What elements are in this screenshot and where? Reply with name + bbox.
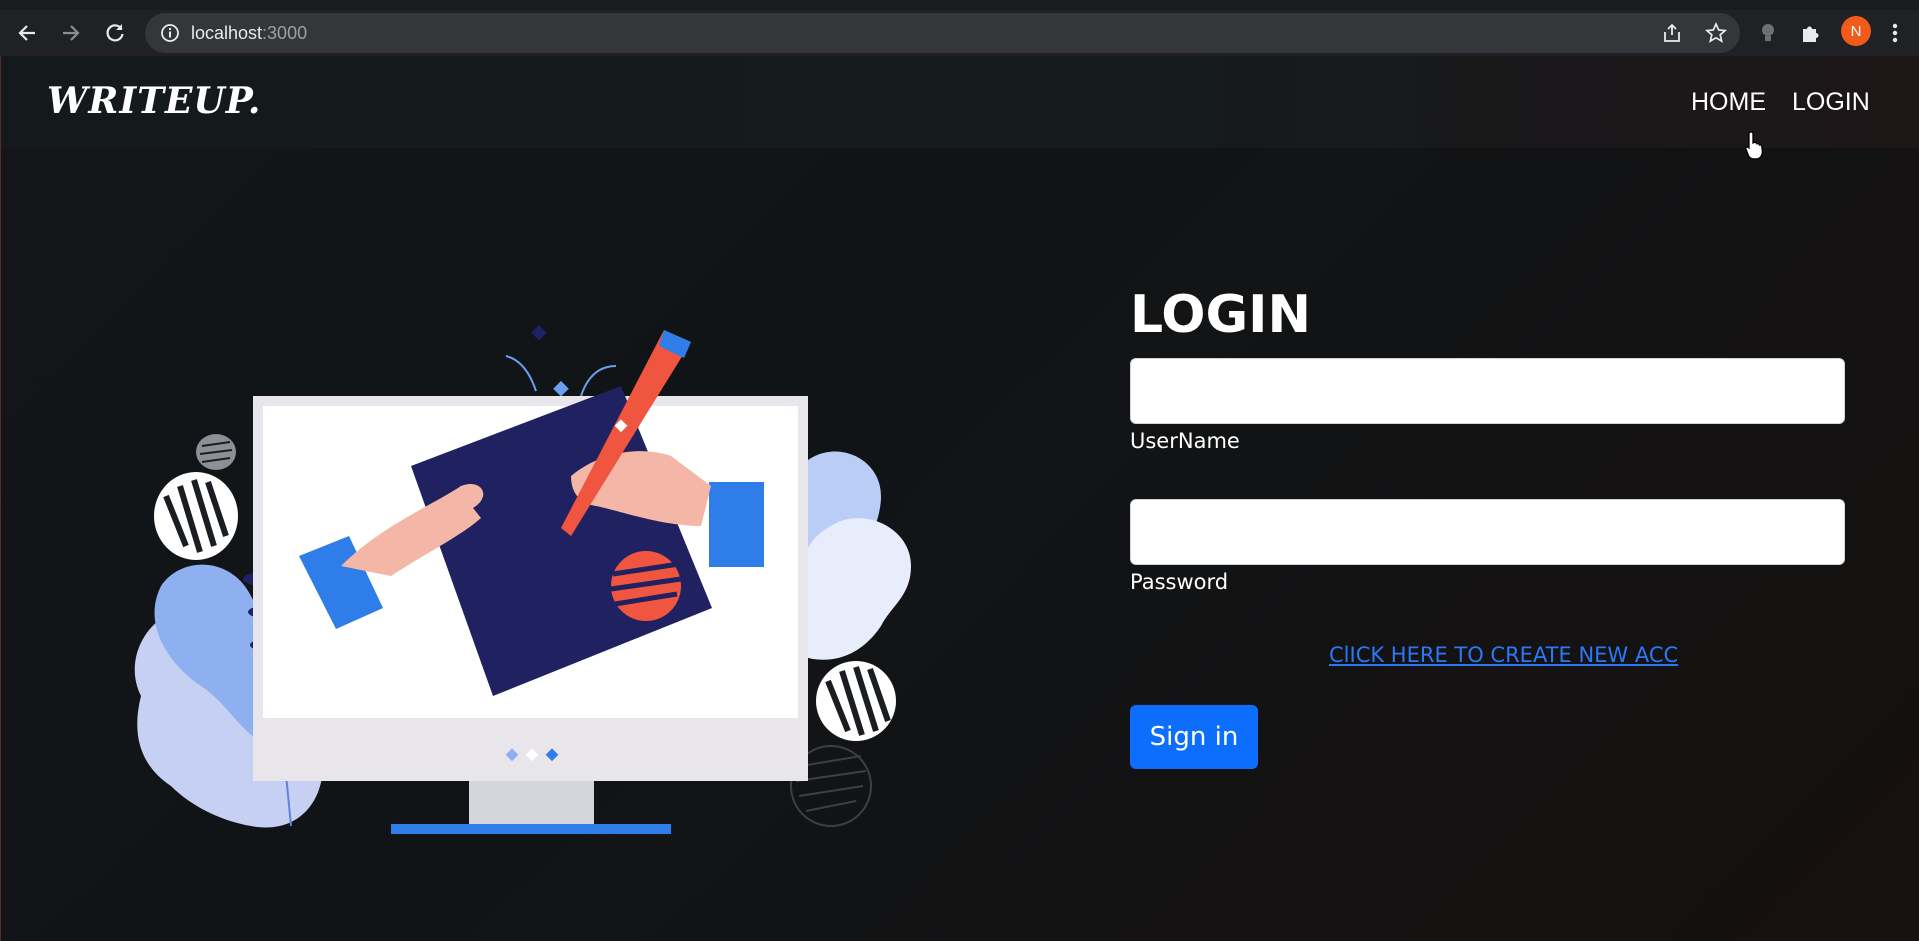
site-navbar: WRITEUP. HOME LOGIN	[1, 56, 1919, 148]
star-icon[interactable]	[1704, 21, 1728, 44]
sign-in-button[interactable]: Sign in	[1130, 705, 1258, 769]
puzzle-icon[interactable]	[1799, 21, 1823, 45]
page: WRITEUP. HOME LOGIN LOGIN UserName Passw…	[0, 56, 1919, 941]
password-input[interactable]	[1130, 499, 1845, 565]
forward-icon	[63, 25, 80, 41]
info-icon[interactable]	[160, 23, 180, 47]
password-label: Password	[1130, 570, 1229, 594]
nav-login-link[interactable]: LOGIN	[1792, 88, 1870, 117]
back-button[interactable]	[12, 18, 42, 48]
hand-cursor-icon	[1745, 131, 1764, 160]
url-text[interactable]: localhost:3000	[191, 23, 307, 44]
forward-button[interactable]	[56, 18, 86, 48]
reload-button[interactable]	[100, 18, 130, 48]
reload-icon	[106, 24, 124, 42]
writing-illustration	[134, 324, 911, 834]
striped-leaf	[154, 472, 238, 560]
share-icon[interactable]	[1661, 22, 1683, 44]
url-host: localhost	[191, 23, 263, 43]
striped-leaf	[816, 661, 896, 741]
striped-circle	[610, 551, 682, 621]
menu-dots-icon[interactable]	[1890, 22, 1900, 48]
browser-toolbar: localhost:3000 N	[0, 0, 1919, 56]
nav-home-link[interactable]: HOME	[1691, 88, 1766, 117]
profile-avatar[interactable]: N	[1841, 16, 1871, 46]
extension-bulb-icon[interactable]	[1756, 21, 1780, 45]
create-account-link[interactable]: ClICK HERE TO CREATE NEW ACC	[1329, 643, 1678, 667]
address-bar[interactable]: localhost:3000	[145, 13, 1740, 53]
site-logo[interactable]: WRITEUP.	[47, 80, 261, 122]
username-input[interactable]	[1130, 358, 1845, 424]
login-title: LOGIN	[1130, 285, 1312, 345]
back-icon	[18, 25, 35, 41]
username-label: UserName	[1130, 429, 1240, 453]
url-port: :3000	[262, 23, 308, 43]
